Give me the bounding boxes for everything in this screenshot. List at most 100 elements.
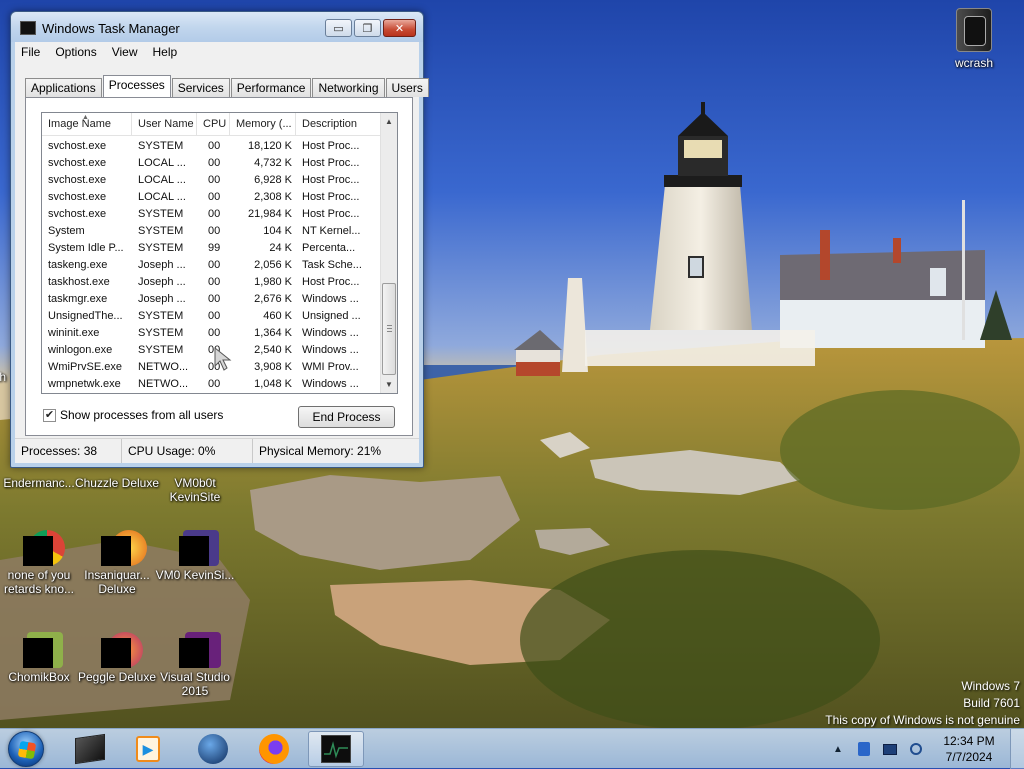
desktop-icon-wcrash[interactable]: wcrash [929, 6, 1019, 70]
cell-memory: 1,980 K [254, 276, 292, 288]
table-row[interactable]: wininit.exe SYSTEM 00 1,364 K Windows ... [42, 325, 382, 342]
cell-cpu: 00 [208, 225, 221, 237]
insaniquarium-icon [99, 530, 147, 566]
table-row[interactable]: svchost.exe LOCAL ... 00 4,732 K Host Proc..… [42, 155, 382, 172]
cell-image-name: svchost.exe [48, 157, 107, 169]
clock-time: 12:34 PM [943, 734, 995, 748]
vertical-scrollbar[interactable]: ▲ ▼ [380, 113, 397, 393]
table-row[interactable]: winlogon.exe SYSTEM 00 2,540 K Windows ... [42, 342, 382, 359]
table-row[interactable]: taskhost.exe Joseph ... 00 1,980 K Host Proc… [42, 274, 382, 291]
cell-description: Host Proc... [302, 157, 360, 169]
menu-options[interactable]: Options [55, 45, 96, 59]
tab-performance[interactable]: Performance [230, 78, 312, 97]
taskbar-app-media-player[interactable]: ▶ [120, 731, 176, 767]
tab-networking[interactable]: Networking [312, 78, 385, 97]
menu-help[interactable]: Help [153, 45, 178, 59]
network-icon[interactable] [882, 741, 898, 757]
desktop-icon-vm0-kevinsite[interactable]: VM0 KevinSi... [150, 530, 240, 582]
cell-memory: 2,676 K [254, 293, 292, 305]
mouse-cursor-icon [214, 346, 232, 371]
cell-description: Host Proc... [302, 140, 360, 152]
volume-icon[interactable] [908, 741, 924, 757]
taskbar-app-task-manager[interactable] [308, 731, 364, 767]
cell-memory: 2,056 K [254, 259, 292, 271]
tab-users[interactable]: Users [385, 78, 429, 97]
cell-user-name: SYSTEM [138, 225, 184, 237]
globe-icon [198, 734, 228, 764]
cell-memory: 3,908 K [254, 361, 292, 373]
show-desktop-button[interactable] [1010, 729, 1024, 769]
clock[interactable]: 12:34 PM 7/7/2024 [934, 733, 1004, 765]
table-row[interactable]: System SYSTEM 00 104 K NT Kernel... [42, 223, 382, 240]
scroll-up-icon[interactable]: ▲ [381, 113, 397, 130]
column-image-name[interactable]: ▲ Image Name [42, 113, 132, 135]
cell-description: Host Proc... [302, 276, 360, 288]
minimize-button[interactable]: ▭ [325, 19, 352, 37]
maximize-icon: ❐ [362, 22, 373, 35]
taskbar: ▶ ▲ 12:34 PM 7/7/2024 [0, 728, 1024, 769]
cell-description: Host Proc... [302, 208, 360, 220]
cell-description: NT Kernel... [302, 225, 361, 237]
tab-processes[interactable]: Processes [102, 75, 171, 97]
desktop-icon-chuzzle-deluxe[interactable]: Chuzzle Deluxe [72, 476, 162, 490]
table-row[interactable]: svchost.exe SYSTEM 00 18,120 K Host Proc... [42, 138, 382, 155]
menu-view[interactable]: View [112, 45, 138, 59]
table-row[interactable]: taskeng.exe Joseph ... 00 2,056 K Task Sche.… [42, 257, 382, 274]
tab-applications[interactable]: Applications [25, 78, 102, 97]
table-row[interactable]: wmpnetwk.exe NETWO... 00 1,048 K Windows ... [42, 376, 382, 393]
desktop-icon-peggle-deluxe[interactable]: Peggle Deluxe [72, 632, 162, 684]
table-row[interactable]: svchost.exe LOCAL ... 00 2,308 K Host Proc..… [42, 189, 382, 206]
column-user-name[interactable]: User Name [132, 113, 197, 135]
status-bar: Processes: 38 CPU Usage: 0% Physical Mem… [15, 438, 419, 463]
cell-memory: 2,308 K [254, 191, 292, 203]
table-row[interactable]: System Idle P... SYSTEM 99 24 K Percenta... [42, 240, 382, 257]
close-button[interactable]: ✕ [383, 19, 416, 37]
maximize-button[interactable]: ❐ [354, 19, 381, 37]
task-manager-icon [321, 735, 351, 763]
table-row[interactable]: UnsignedThe... SYSTEM 00 460 K Unsigned ... [42, 308, 382, 325]
table-row[interactable]: svchost.exe SYSTEM 00 21,984 K Host Proc... [42, 206, 382, 223]
tray-expand-icon[interactable]: ▲ [830, 741, 846, 757]
cell-cpu: 00 [208, 174, 221, 186]
cell-cpu: 00 [208, 157, 221, 169]
show-all-label: Show processes from all users [60, 408, 224, 422]
desktop-icon-label: VM0b0t KevinSite [169, 476, 221, 504]
show-all-checkbox[interactable]: ✔ [43, 408, 56, 422]
taskbar-app-task-manager-app[interactable] [62, 731, 118, 767]
tray-app-icon[interactable] [856, 741, 872, 757]
desktop-icon-vm0b0t-kevinsite[interactable]: VM0b0t KevinSite [150, 476, 240, 504]
column-description[interactable]: Description [296, 113, 382, 135]
cell-description: Percenta... [302, 242, 356, 254]
column-cpu[interactable]: CPU [197, 113, 230, 135]
cell-memory: 2,540 K [254, 344, 292, 356]
cell-user-name: NETWO... [138, 361, 189, 373]
table-row[interactable]: svchost.exe LOCAL ... 00 6,928 K Host Proc..… [42, 172, 382, 189]
column-memory[interactable]: Memory (... [230, 113, 296, 135]
cell-description: Unsigned ... [302, 310, 361, 322]
end-process-button[interactable]: End Process [298, 406, 395, 428]
desktop-icon-insaniquarium[interactable]: Insaniquar... Deluxe [72, 530, 162, 596]
start-button[interactable] [8, 731, 44, 767]
cell-cpu: 00 [208, 276, 221, 288]
table-row[interactable]: taskmgr.exe Joseph ... 00 2,676 K Windows ..… [42, 291, 382, 308]
cell-user-name: NETWO... [138, 378, 189, 390]
status-cpu-usage: CPU Usage: 0% [122, 439, 253, 463]
scroll-down-icon[interactable]: ▼ [381, 376, 397, 393]
taskbar-app-globe[interactable] [185, 731, 241, 767]
desktop-icon-visual-studio[interactable]: Visual Studio 2015 [150, 632, 240, 698]
cell-image-name: WmiPrvSE.exe [48, 361, 122, 373]
cell-user-name: LOCAL ... [138, 174, 186, 186]
cell-user-name: SYSTEM [138, 208, 184, 220]
scroll-thumb[interactable] [382, 283, 396, 375]
desktop-icon-label: Endermanc... [3, 476, 75, 490]
desktop-icon-label: Peggle Deluxe [77, 670, 157, 684]
cell-image-name: svchost.exe [48, 174, 107, 186]
watermark-genuine-notice: This copy of Windows is not genuine [825, 713, 1020, 727]
table-row[interactable]: WmiPrvSE.exe NETWO... 00 3,908 K WMI Prov... [42, 359, 382, 376]
desktop-icon-label: Chuzzle Deluxe [74, 476, 160, 490]
title-bar[interactable]: Windows Task Manager ▭ ❐ ✕ [11, 12, 423, 42]
menu-file[interactable]: File [21, 45, 40, 59]
show-all-processes[interactable]: ✔ Show processes from all users [43, 408, 223, 422]
taskbar-app-firefox[interactable] [246, 731, 302, 767]
tab-services[interactable]: Services [171, 78, 230, 97]
